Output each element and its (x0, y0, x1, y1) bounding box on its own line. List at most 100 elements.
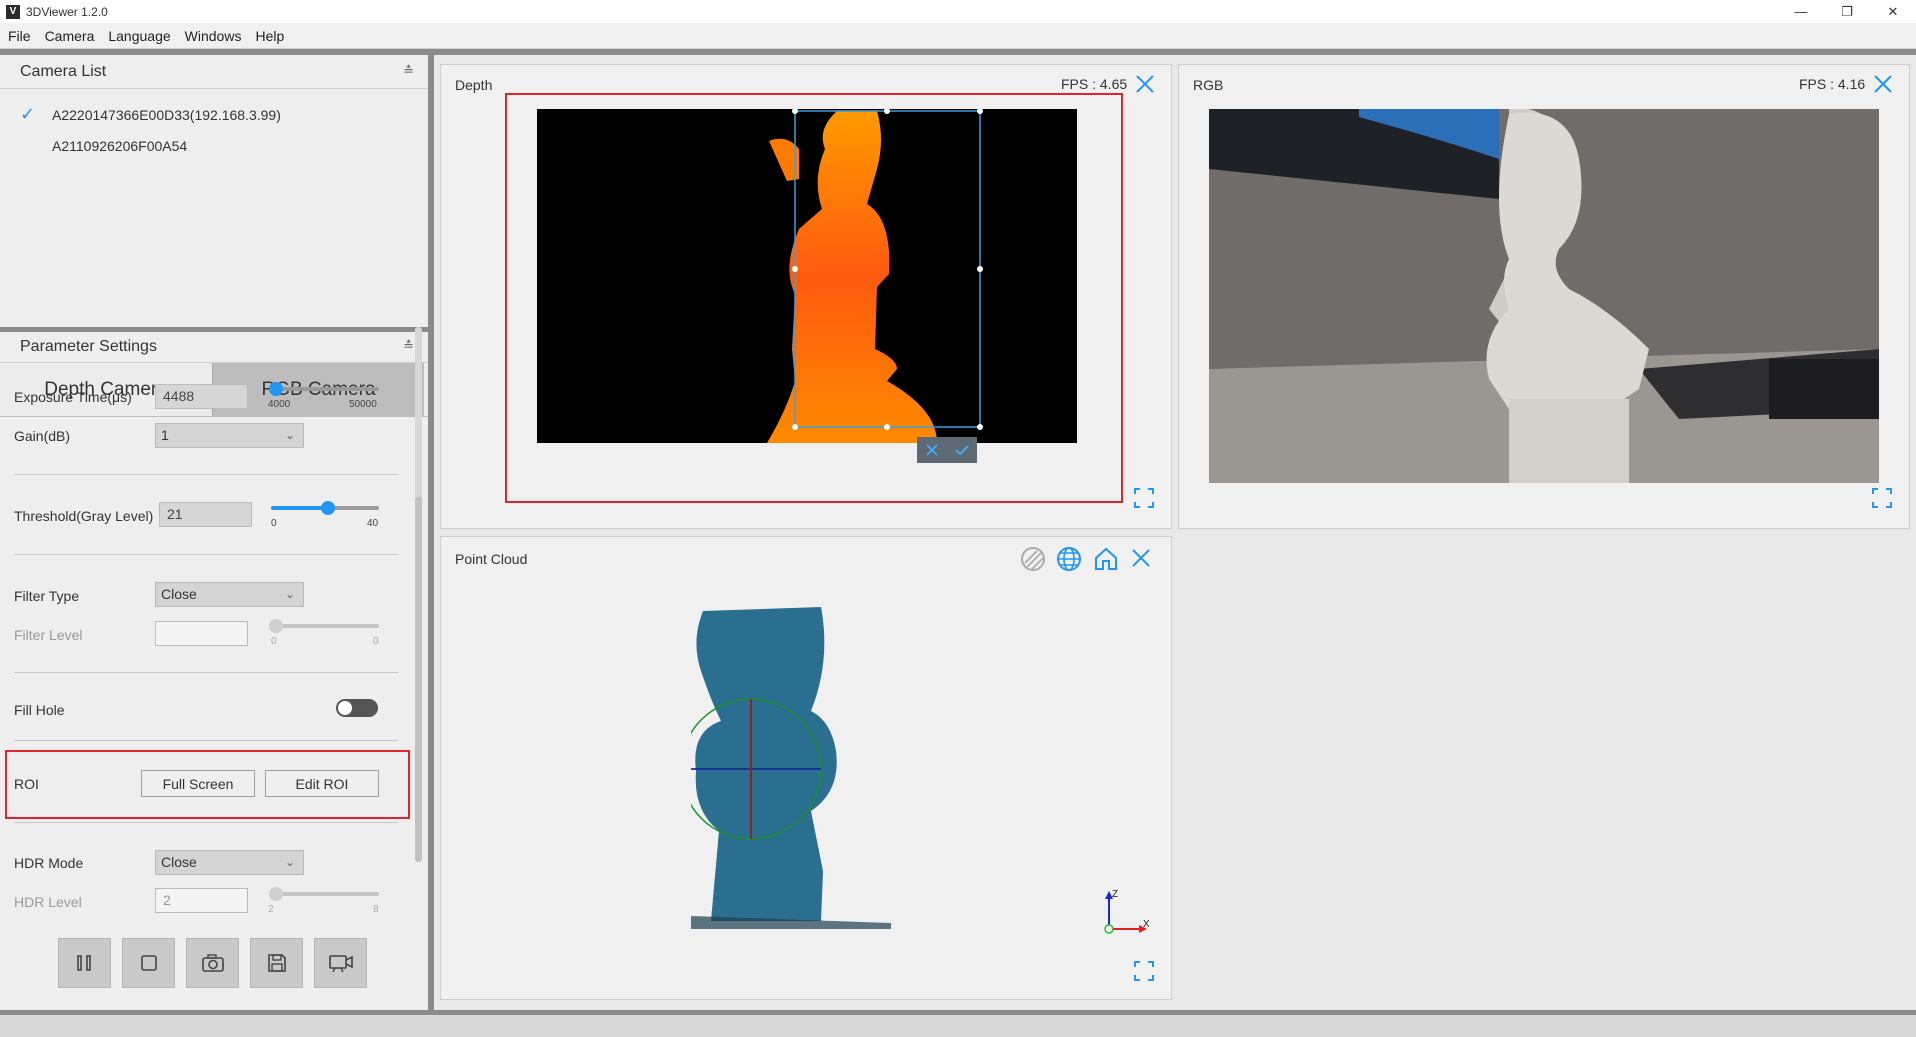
threshold-input[interactable]: 21 (159, 502, 252, 527)
chevron-down-icon: ⌄ (284, 855, 295, 869)
close-icon (1132, 549, 1150, 567)
camera-list-item[interactable]: A2110926206F00A54 (0, 130, 428, 161)
cancel-roi-icon[interactable] (925, 443, 939, 457)
filter-level-label: Filter Level (14, 627, 83, 643)
close-icon (1874, 75, 1892, 93)
slider-handle[interactable] (269, 382, 283, 396)
capture-toolbar (58, 938, 378, 988)
rgb-view: RGB FPS : 4.16 (1178, 64, 1910, 529)
camera-list: ✓ A2220147366E00D33(192.168.3.99) A21109… (0, 89, 428, 327)
home-icon (1095, 547, 1117, 570)
hatched-circle-icon (1021, 547, 1045, 571)
close-icon (1136, 75, 1154, 93)
camera-list-item[interactable]: ✓ A2220147366E00D33(192.168.3.99) (0, 99, 428, 130)
menu-file[interactable]: File (8, 28, 31, 44)
camera-list-title: Camera List (20, 62, 107, 80)
collapse-chevron-icon[interactable]: ≛ (403, 338, 414, 354)
camera-label: A2220147366E00D33(192.168.3.99) (52, 106, 281, 123)
menu-language[interactable]: Language (108, 28, 170, 44)
depth-view: Depth FPS : 4.65 (440, 64, 1172, 529)
pause-icon (76, 955, 91, 971)
slider-handle[interactable] (269, 887, 283, 901)
status-bar (0, 1010, 1916, 1037)
toggle-knob (338, 701, 352, 715)
point-cloud-title: Point Cloud (455, 551, 528, 567)
point-cloud-view: Point Cloud Z X (440, 536, 1172, 1000)
chevron-down-icon: ⌄ (284, 428, 295, 442)
exposure-max: 50000 (349, 399, 377, 410)
filter-level-input[interactable] (155, 621, 248, 646)
menu-help[interactable]: Help (255, 28, 284, 44)
divider (14, 474, 398, 475)
record-button[interactable] (314, 938, 367, 988)
main-splitter[interactable] (428, 55, 434, 1010)
fullscreen-button[interactable] (1871, 487, 1893, 509)
scrollbar-thumb[interactable] (415, 497, 422, 862)
fill-hole-toggle[interactable] (336, 699, 378, 717)
exposure-input[interactable]: 4488 (155, 384, 248, 409)
filter-level-min: 0 (271, 636, 277, 647)
divider (14, 822, 398, 823)
filter-level-slider[interactable] (269, 619, 379, 633)
roi-confirm-bar (917, 437, 977, 463)
close-view-button[interactable] (1134, 73, 1156, 95)
axis-gizmo: Z X (1104, 889, 1149, 934)
stop-button[interactable] (122, 938, 175, 988)
full-screen-button[interactable]: Full Screen (141, 770, 255, 797)
rgb-image (1209, 109, 1879, 483)
point-cloud-canvas (691, 607, 891, 929)
filter-type-value: Close (161, 586, 197, 602)
rotate-view-button[interactable] (1055, 545, 1083, 573)
fullscreen-button[interactable] (1133, 960, 1155, 982)
hdr-level-max: 8 (373, 904, 379, 915)
texture-toggle-button[interactable] (1019, 545, 1047, 573)
collapse-chevron-icon[interactable]: ≛ (403, 63, 414, 79)
hdr-mode-select[interactable]: Close ⌄ (155, 850, 304, 875)
snapshot-button[interactable] (186, 938, 239, 988)
chevron-down-icon: ⌄ (284, 587, 295, 601)
minimize-icon[interactable]: — (1778, 0, 1824, 23)
close-window-icon[interactable]: ✕ (1870, 0, 1916, 23)
pause-button[interactable] (58, 938, 111, 988)
confirm-roi-icon[interactable] (954, 443, 970, 457)
home-view-button[interactable] (1092, 545, 1120, 573)
depth-view-title: Depth (455, 77, 493, 93)
hdr-level-min: 2 (268, 904, 274, 915)
parameters-scrollbar[interactable] (415, 327, 422, 862)
exposure-label: Exposure Time(μs) (14, 389, 132, 405)
menu-windows[interactable]: Windows (185, 28, 242, 44)
hdr-level-slider[interactable] (269, 887, 379, 901)
slider-handle[interactable] (269, 619, 283, 633)
app-logo-icon: V (6, 4, 20, 19)
fullscreen-button[interactable] (1133, 487, 1155, 509)
exposure-slider[interactable] (269, 382, 379, 396)
hdr-level-input[interactable]: 2 (155, 888, 248, 913)
menu-bar: File Camera Language Windows Help (0, 23, 1916, 49)
menu-camera[interactable]: Camera (45, 28, 95, 44)
divider (14, 672, 398, 673)
window-controls: — ❐ ✕ (1778, 0, 1916, 23)
restore-icon[interactable]: ❐ (1824, 0, 1870, 23)
camera-list-header[interactable]: Camera List ≛ (0, 55, 428, 89)
close-view-button[interactable] (1872, 73, 1894, 95)
parameter-settings-header[interactable]: Parameter Settings ≛ (0, 332, 428, 363)
fill-hole-label: Fill Hole (14, 702, 65, 718)
depth-fps: FPS : 4.65 (1061, 76, 1128, 92)
window-title: 3DViewer 1.2.0 (26, 4, 108, 19)
save-button[interactable] (250, 938, 303, 988)
threshold-slider[interactable] (271, 501, 379, 515)
camera-label: A2110926206F00A54 (52, 137, 188, 154)
close-view-button[interactable] (1129, 546, 1153, 570)
gain-value: 1 (161, 427, 169, 443)
edit-roi-button[interactable]: Edit ROI (265, 770, 379, 797)
slider-handle[interactable] (321, 501, 335, 515)
filter-type-select[interactable]: Close ⌄ (155, 582, 304, 607)
slider-fill (271, 506, 327, 510)
stop-icon (140, 955, 157, 971)
filter-level-max: 0 (373, 636, 379, 647)
threshold-max: 40 (367, 518, 379, 529)
gain-select[interactable]: 1 ⌄ (155, 423, 304, 448)
title-bar: V 3DViewer 1.2.0 — ❐ ✕ (0, 0, 1916, 23)
globe-icon (1057, 547, 1081, 571)
save-icon (267, 954, 286, 972)
